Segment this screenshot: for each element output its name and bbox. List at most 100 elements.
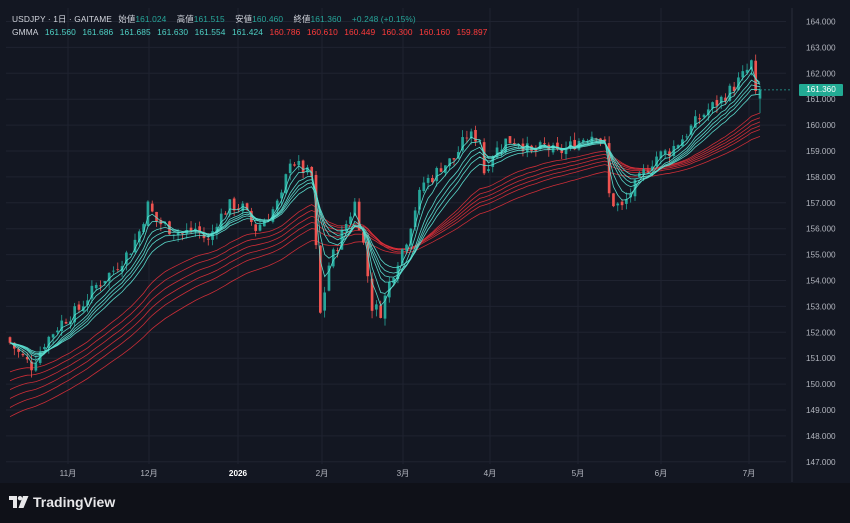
gmma-long-value: 160.610 (306, 27, 338, 37)
gmma-long-line (9, 136, 761, 418)
candle-body (293, 164, 296, 166)
gmma-long-line (9, 125, 761, 399)
gmma-short-value: 161.554 (194, 27, 226, 37)
time-tick-label: 2026 (229, 469, 248, 478)
brand-name: TradingView (33, 494, 116, 510)
candle-body (452, 158, 456, 160)
candle-body (379, 305, 383, 318)
gmma-legend: GMMA 161.560 161.686 161.685 161.630 161… (12, 27, 492, 37)
gmma-long-line (9, 112, 761, 373)
time-tick-label: 12月 (140, 469, 157, 478)
price-tick-label: 148.000 (806, 432, 836, 441)
close-value: 161.360 (310, 14, 342, 24)
candle-body (612, 193, 615, 207)
gmma-long-value: 160.449 (344, 27, 376, 37)
candle-body (21, 353, 25, 356)
price-chart[interactable]: 164.000 163.000 162.000 161.000 160.000 159.0… (0, 0, 850, 523)
candle-body (51, 334, 55, 338)
candle-body (663, 150, 667, 154)
price-tick-label: 157.000 (806, 199, 836, 208)
candle-body (43, 347, 46, 350)
symbol-label[interactable]: USDJPY · 1日 · GAITAME (12, 14, 112, 24)
gmma-short-value: 161.560 (44, 27, 76, 37)
candle-body (620, 201, 624, 206)
gmma-short-value: 161.630 (157, 27, 189, 37)
candle-body (375, 304, 378, 310)
high-value: 161.515 (193, 14, 225, 24)
price-tick-label: 153.000 (806, 302, 836, 311)
gmma-short-value: 161.686 (82, 27, 114, 37)
time-tick-label: 3月 (397, 469, 410, 478)
candle-body (56, 330, 59, 333)
candle-body (646, 170, 650, 172)
price-tick-label: 164.000 (806, 18, 836, 27)
candle-body (232, 198, 236, 211)
price-tick-label: 150.000 (806, 380, 836, 389)
price-tick-label: 151.000 (806, 354, 836, 363)
candle-body (297, 160, 301, 166)
price-tick-label: 147.000 (806, 458, 836, 467)
price-tick-label: 161.000 (806, 95, 836, 104)
time-tick-label: 6月 (655, 469, 668, 478)
candle-body (465, 137, 469, 139)
time-tick-label: 11月 (60, 469, 77, 478)
price-tick-label: 152.000 (806, 328, 836, 337)
candle-body (543, 143, 546, 145)
candle-body (77, 304, 81, 310)
time-tick-label: 4月 (484, 469, 497, 478)
gmma-long-line (9, 117, 761, 382)
time-tick-label: 2月 (316, 469, 329, 478)
candle-body (150, 203, 154, 212)
low-value: 160.460 (252, 14, 284, 24)
time-tick-label: 7月 (743, 469, 756, 478)
gmma-long-group (9, 112, 761, 418)
candle-body (301, 160, 305, 173)
gmma-short-value: 161.685 (119, 27, 151, 37)
candle-body (741, 71, 745, 78)
open-label: 始値 (118, 14, 136, 24)
price-tick-label: 163.000 (806, 43, 836, 52)
candle-body (439, 168, 443, 172)
candle-body (288, 163, 292, 174)
gmma-long-value: 159.897 (456, 27, 488, 37)
candle-body (181, 233, 184, 235)
candle-body (224, 213, 227, 215)
last-price-tag: 161.360 (799, 83, 843, 96)
candle-body (715, 100, 719, 106)
close-label: 終値 (293, 14, 311, 24)
candle-body (99, 285, 102, 287)
candle-body (426, 177, 430, 183)
candle-body (146, 201, 150, 226)
candle-body (422, 182, 426, 192)
gmma-long-line (9, 121, 761, 390)
candle-body (206, 238, 210, 240)
candle-body (685, 136, 689, 138)
price-tick-label: 155.000 (806, 251, 836, 260)
tradingview-logo[interactable]: TradingView (9, 494, 115, 510)
change-value: +0.248 (+0.15%) (351, 14, 416, 24)
candle-body (323, 292, 326, 311)
gmma-long-value: 160.300 (381, 27, 413, 37)
price-tick-label: 159.000 (806, 147, 836, 156)
time-axis: 11月 12月 2026 2月 3月 4月 5月 6月 7月 (60, 469, 756, 478)
tradingview-logo-icon (9, 496, 29, 508)
candle-body (8, 337, 12, 343)
candle-body (116, 269, 120, 271)
candle-body (254, 224, 258, 231)
candle-body (112, 270, 115, 272)
gmma-label[interactable]: GMMA (12, 27, 38, 37)
candle-body (474, 129, 477, 142)
candle-body (508, 136, 512, 144)
candle-body (487, 169, 490, 171)
candle-body (642, 169, 645, 175)
candle-body (702, 114, 706, 118)
candle-body (64, 321, 68, 324)
candle-body (34, 363, 38, 371)
gmma-long-value: 160.786 (269, 27, 301, 37)
price-tick-label: 154.000 (806, 277, 836, 286)
candle-body (94, 284, 98, 289)
candle-body (616, 203, 620, 206)
grid-lines (6, 8, 793, 482)
open-value: 161.024 (135, 14, 167, 24)
high-label: 高値 (176, 14, 194, 24)
